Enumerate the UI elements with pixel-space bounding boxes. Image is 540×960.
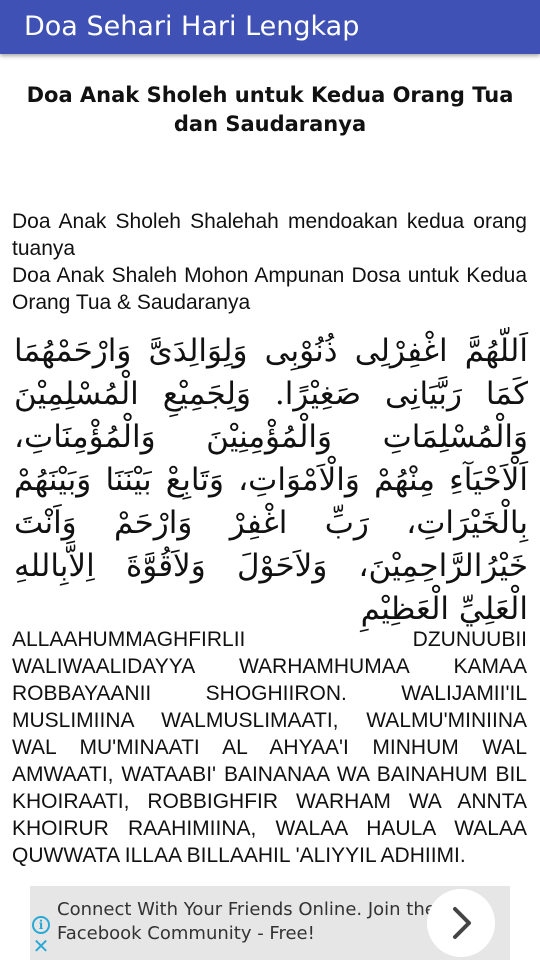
ad-banner[interactable]: i ✕ Connect With Your Friends Online. Jo… — [30, 886, 510, 960]
ad-info-icon[interactable]: i — [32, 916, 50, 934]
intro-line: Doa Anak Sholeh Shalehah mendoakan kedua… — [12, 210, 527, 260]
ad-text[interactable]: Connect With Your Friends Online. Join t… — [57, 898, 437, 946]
ad-close-icon[interactable]: ✕ — [32, 936, 50, 956]
article-intro: Doa Anak Sholeh Shalehah mendoakan kedua… — [12, 208, 527, 316]
intro-line: Doa Anak Shaleh Mohon Ampunan Dosa untuk… — [12, 264, 527, 314]
app-bar: Doa Sehari Hari Lengkap — [0, 0, 540, 54]
article-scroll-area[interactable]: Doa Anak Sholeh untuk Kedua Orang Tua da… — [0, 54, 540, 886]
latin-transliteration: ALLAAHUMMAGHFIRLII DZUNUUBII WALIWAALIDA… — [12, 628, 527, 867]
chevron-right-icon — [453, 907, 471, 939]
app-title: Doa Sehari Hari Lengkap — [24, 11, 360, 42]
ad-open-button[interactable] — [427, 889, 495, 957]
arabic-prayer-text: اَللّهُمَّ اغْفِرْلِى ذُنُوْبِى وَلِوَال… — [14, 333, 528, 627]
article-title: Doa Anak Sholeh untuk Kedua Orang Tua da… — [26, 83, 514, 136]
